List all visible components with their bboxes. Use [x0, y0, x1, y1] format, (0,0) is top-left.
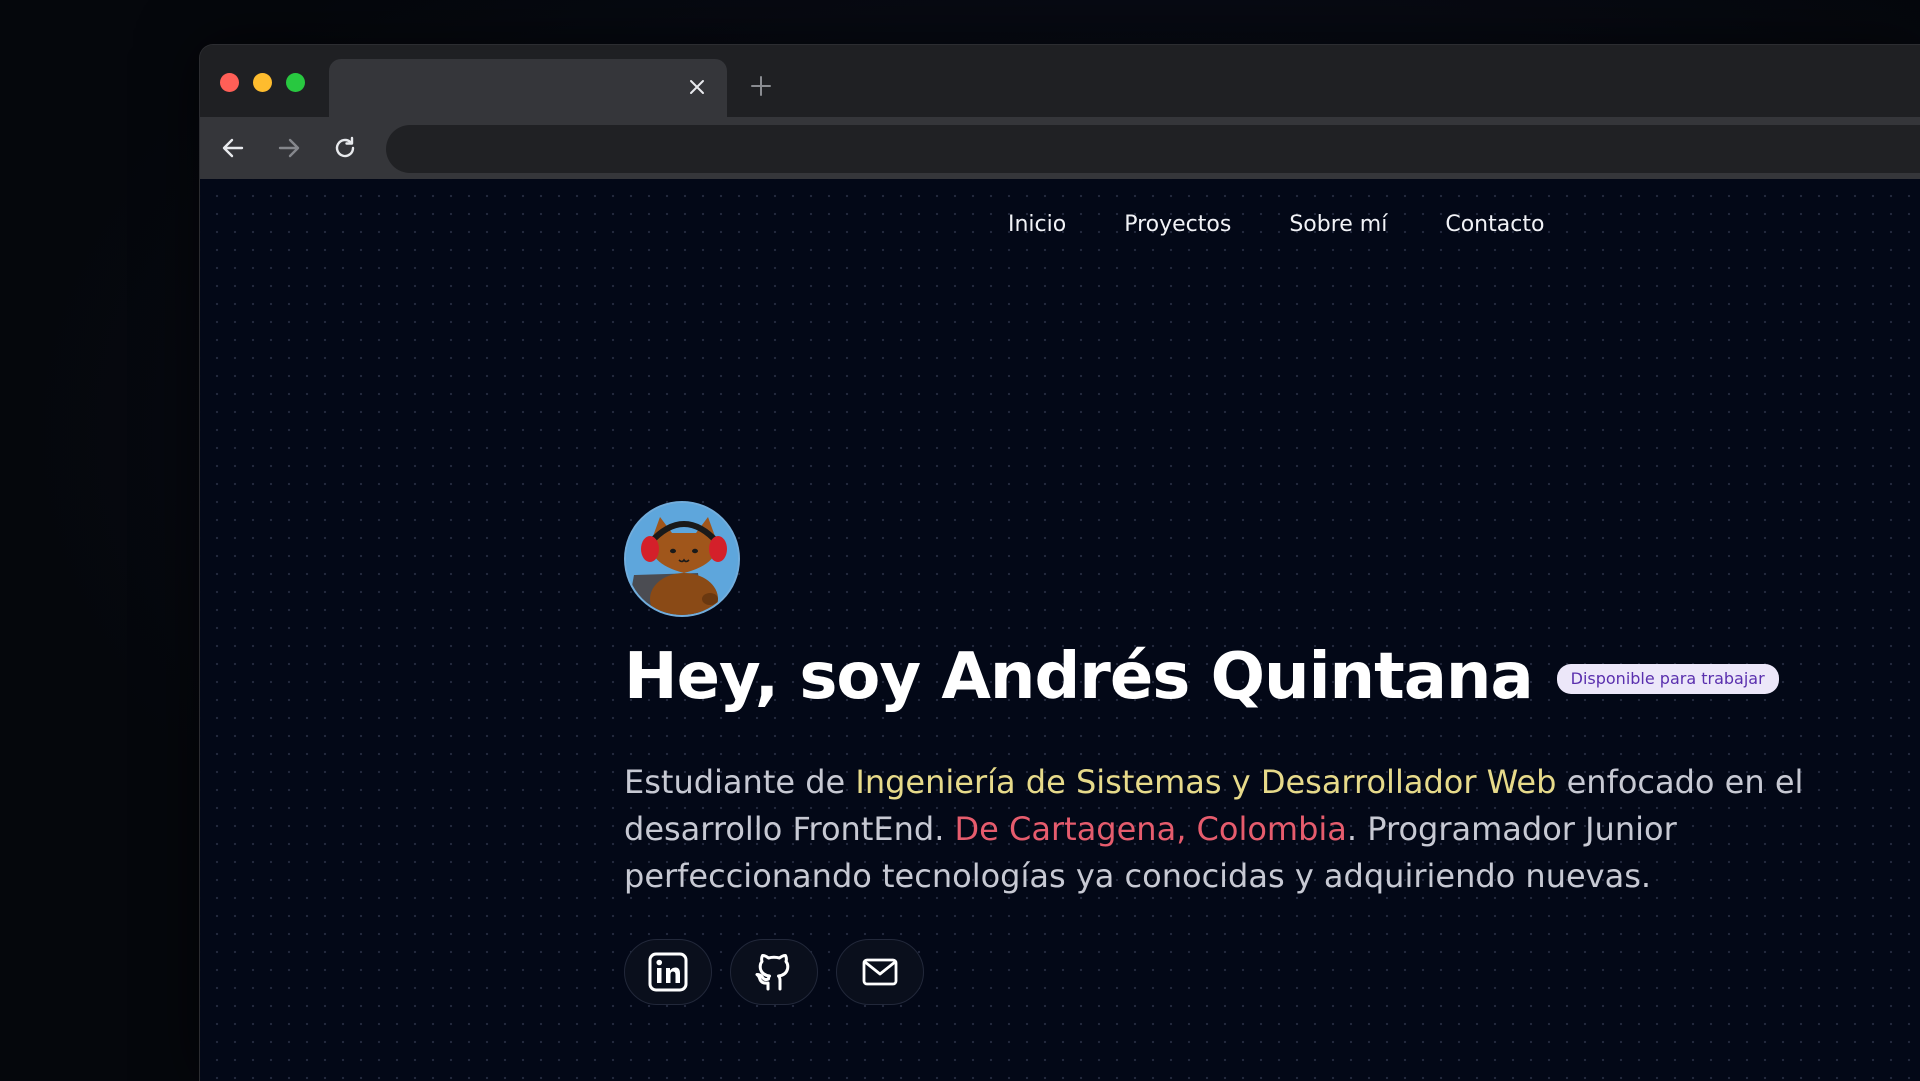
browser-toolbar [200, 117, 1920, 179]
github-icon [755, 954, 790, 991]
desc-text-1: Estudiante de [624, 763, 856, 801]
browser-tab[interactable] [329, 59, 727, 117]
desc-highlight-role: Ingeniería de Sistemas y Desarrollador W… [855, 763, 1557, 801]
nav-link-inicio[interactable]: Inicio [994, 211, 1080, 239]
back-arrow-icon[interactable] [216, 131, 250, 165]
hero-description: Estudiante de Ingeniería de Sistemas y D… [624, 759, 1884, 900]
new-tab-icon[interactable] [746, 71, 776, 101]
tab-strip [200, 45, 1920, 117]
hero-title: Hey, soy Andrés Quintana [624, 640, 1534, 714]
linkedin-button[interactable] [624, 939, 712, 1005]
browser-window: Inicio Proyectos Sobre mí Contacto Hey, … [199, 44, 1920, 1081]
tab-close-icon[interactable] [683, 73, 711, 101]
address-bar[interactable] [386, 125, 1920, 173]
availability-badge: Disponible para trabajar [1556, 664, 1779, 694]
close-window-button[interactable] [220, 73, 239, 92]
nav-link-sobre-mi[interactable]: Sobre mí [1275, 211, 1401, 239]
maximize-window-button[interactable] [286, 73, 305, 92]
minimize-window-button[interactable] [253, 73, 272, 92]
avatar [624, 501, 740, 617]
cat-avatar-icon [626, 503, 738, 615]
linkedin-icon [648, 952, 688, 992]
mail-icon [862, 958, 898, 986]
hero-heading-row: Hey, soy Andrés Quintana Disponible para… [624, 637, 1779, 717]
github-button[interactable] [730, 939, 818, 1005]
reload-icon[interactable] [328, 131, 362, 165]
desc-highlight-location: De Cartagena, Colombia [954, 810, 1347, 848]
email-button[interactable] [836, 939, 924, 1005]
forward-arrow-icon[interactable] [272, 131, 306, 165]
nav-link-proyectos[interactable]: Proyectos [1110, 211, 1245, 239]
page-content: Inicio Proyectos Sobre mí Contacto Hey, … [200, 179, 1920, 1081]
nav-link-contacto[interactable]: Contacto [1431, 211, 1558, 239]
site-nav: Inicio Proyectos Sobre mí Contacto [994, 211, 1588, 239]
social-links [624, 939, 924, 1005]
